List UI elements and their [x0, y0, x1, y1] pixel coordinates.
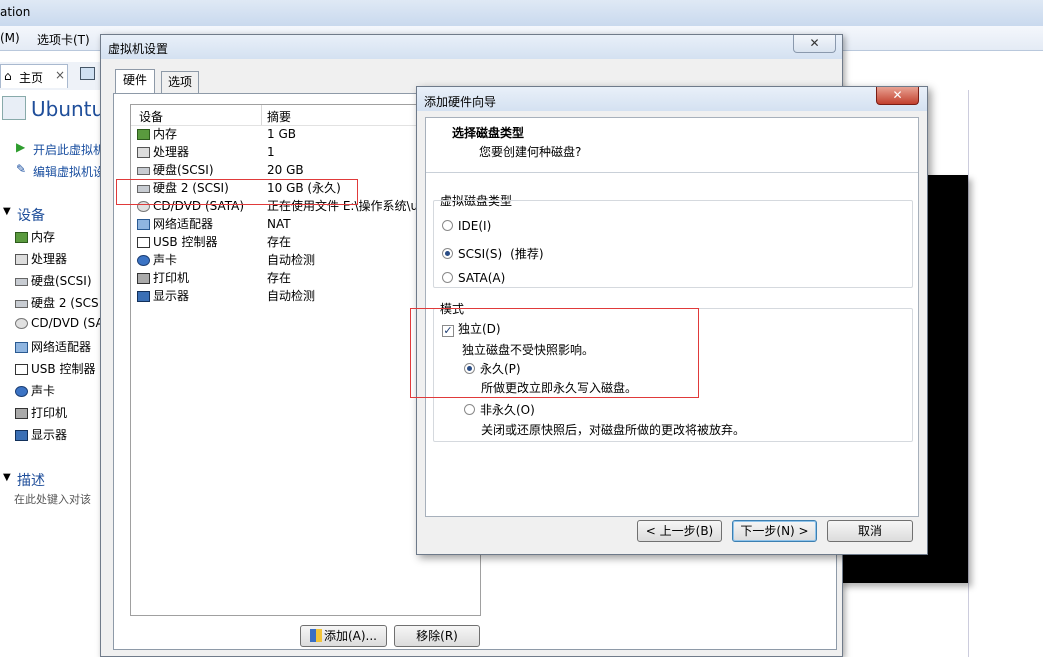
- back-button[interactable]: < 上一步(B): [637, 520, 722, 542]
- power-on-link[interactable]: 开启此虚拟机: [33, 141, 105, 158]
- bg-device-item[interactable]: 内存: [15, 228, 110, 250]
- vm-icon: [2, 96, 26, 120]
- bg-device-item[interactable]: 打印机: [15, 404, 110, 426]
- bg-device-item[interactable]: 显示器: [15, 426, 110, 448]
- close-icon[interactable]: ×: [55, 68, 65, 82]
- tab-home-label: 主页: [19, 71, 44, 85]
- edit-settings-link[interactable]: 编辑虚拟机设: [33, 163, 105, 180]
- wizard-heading: 选择磁盘类型: [452, 126, 525, 140]
- vm-name: Ubuntu: [31, 97, 105, 121]
- add-hardware-button[interactable]: 添加(A)...: [300, 625, 387, 647]
- app-titlebar: ation: [0, 0, 1043, 26]
- menu-item-tabs[interactable]: 选项卡(T): [37, 31, 90, 48]
- disk-icon: [137, 166, 150, 175]
- devices-header: 设备: [17, 208, 45, 224]
- edit-icon: ✎: [16, 162, 27, 176]
- description-header: 描述: [17, 473, 45, 489]
- shield-icon: [309, 629, 322, 642]
- memory-icon: [15, 232, 28, 243]
- radio-sata[interactable]: SATA(A): [442, 271, 505, 285]
- tab-home[interactable]: ⌂ 主页 ×: [0, 64, 68, 88]
- column-header-summary[interactable]: 摘要: [267, 108, 291, 125]
- wizard-header: 选择磁盘类型 您要创建何种磁盘?: [426, 118, 918, 173]
- bg-device-item[interactable]: 处理器: [15, 250, 110, 272]
- radio-ide[interactable]: IDE(I): [442, 219, 491, 233]
- bg-device-item[interactable]: 声卡: [15, 382, 110, 404]
- cd-icon: [15, 318, 28, 329]
- menu-item-view[interactable]: (M): [0, 31, 20, 45]
- cancel-button[interactable]: 取消: [827, 520, 913, 542]
- bg-device-item[interactable]: 硬盘(SCSI): [15, 272, 110, 294]
- collapse-icon[interactable]: ▼: [3, 472, 11, 483]
- bg-device-item[interactable]: USB 控制器: [15, 360, 110, 382]
- network-icon: [15, 342, 28, 353]
- collapse-icon[interactable]: ▼: [3, 206, 11, 217]
- close-icon: ✕: [892, 88, 903, 102]
- usb-icon: [15, 364, 28, 375]
- cpu-icon: [15, 254, 28, 265]
- monitor-icon: [137, 291, 150, 302]
- radio-nonpersistent[interactable]: 非永久(O): [464, 401, 535, 418]
- network-icon: [137, 219, 150, 230]
- bg-device-item[interactable]: 硬盘 2 (SCS: [15, 294, 110, 316]
- close-button[interactable]: ✕: [793, 35, 836, 53]
- remove-hardware-button[interactable]: 移除(R): [394, 625, 480, 647]
- dialog-title: 虚拟机设置: [108, 42, 169, 56]
- annotation-box: [116, 179, 358, 205]
- next-button[interactable]: 下一步(N) >: [732, 520, 817, 542]
- usb-icon: [137, 237, 150, 248]
- printer-icon: [15, 408, 28, 419]
- wizard-title: 添加硬件向导: [424, 95, 497, 109]
- bg-device-item[interactable]: CD/DVD (SA: [15, 316, 110, 338]
- bg-device-list: 内存 处理器 硬盘(SCSI) 硬盘 2 (SCS CD/DVD (SA 网络适…: [15, 228, 110, 448]
- play-icon: ▶: [16, 140, 26, 154]
- description-placeholder[interactable]: 在此处键入对该: [14, 491, 91, 507]
- close-button[interactable]: ✕: [876, 87, 919, 105]
- column-header-device[interactable]: 设备: [139, 108, 163, 125]
- nonpersistent-description: 关闭或还原快照后，对磁盘所做的更改将被放弃。: [481, 423, 746, 437]
- tab-hardware[interactable]: 硬件: [115, 69, 155, 93]
- disk-icon: [15, 299, 28, 308]
- annotation-box: [410, 308, 699, 398]
- tab-options[interactable]: 选项: [161, 71, 199, 93]
- vm-summary-panel: Ubuntu ▶ 开启此虚拟机 ✎ 编辑虚拟机设 ▼ 设备 内存 处理器 硬盘(…: [0, 90, 108, 657]
- cpu-icon: [137, 147, 150, 158]
- wizard-titlebar: 添加硬件向导 ✕: [417, 87, 927, 111]
- printer-icon: [137, 273, 150, 284]
- home-icon: ⌂: [4, 69, 12, 83]
- radio-scsi[interactable]: SCSI(S) (推荐): [442, 245, 544, 262]
- vm-tab-icon[interactable]: [80, 67, 95, 80]
- app-title: ation: [0, 5, 31, 19]
- disk-icon: [15, 277, 28, 286]
- settings-tabs: 硬件 选项: [115, 69, 215, 93]
- right-panel: [968, 90, 1043, 657]
- monitor-icon: [15, 430, 28, 441]
- sound-icon: [137, 255, 150, 266]
- bg-device-item[interactable]: 网络适配器: [15, 338, 110, 360]
- sound-icon: [15, 386, 28, 397]
- close-icon: ✕: [809, 36, 820, 50]
- memory-icon: [137, 129, 150, 140]
- wizard-subheading: 您要创建何种磁盘?: [479, 145, 582, 159]
- dialog-titlebar: 虚拟机设置 ✕: [101, 35, 842, 59]
